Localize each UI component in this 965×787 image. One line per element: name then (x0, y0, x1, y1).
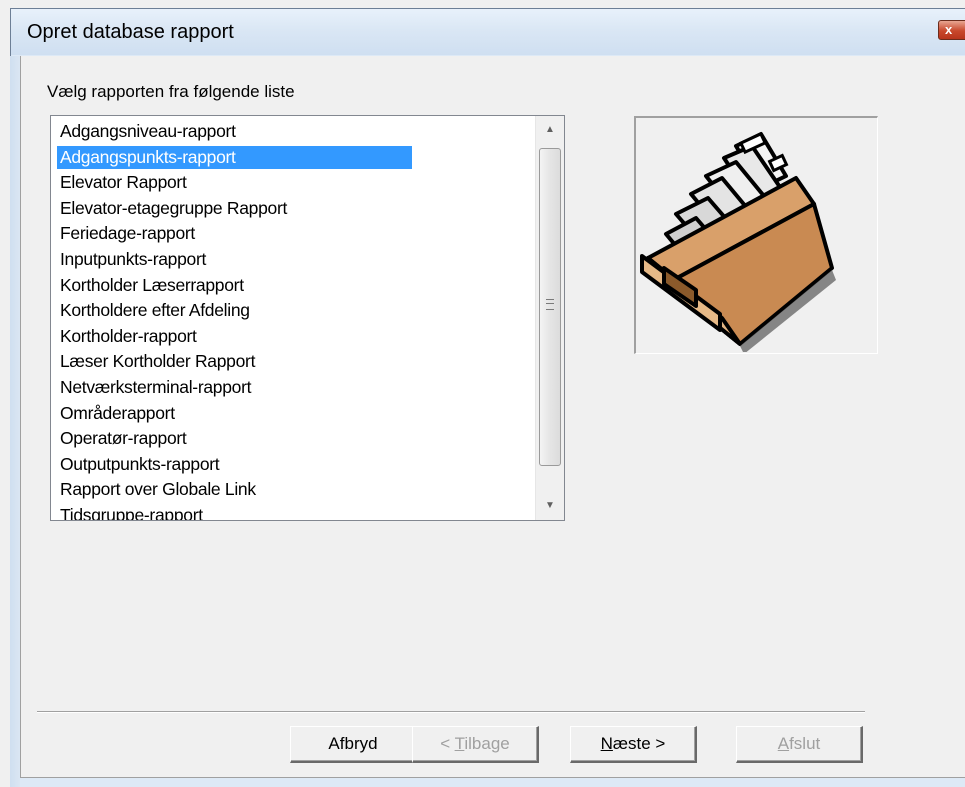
report-list-item[interactable]: Rapport over Globale Link (51, 477, 412, 503)
report-list-item[interactable]: Adgangspunkts-rapport (57, 145, 412, 169)
window-left-border (10, 56, 20, 787)
scroll-up-button[interactable]: ▲ (536, 116, 564, 144)
report-list-item[interactable]: Feriedage-rapport (51, 221, 412, 247)
report-list-item[interactable]: Netværksterminal-rapport (51, 375, 412, 401)
finish-button[interactable]: Afslut (736, 726, 863, 763)
report-list-item[interactable]: Inputpunkts-rapport (51, 247, 412, 273)
button-separator (37, 711, 865, 713)
grip-icon (546, 299, 554, 310)
vertical-scrollbar[interactable]: ▲ ▼ (535, 116, 564, 520)
report-list-item[interactable]: Læser Kortholder Rapport (51, 349, 412, 375)
finish-button-label-suffix: fslut (789, 734, 821, 753)
card-file-box-icon (640, 131, 836, 354)
report-list-label: Vælg rapporten fra følgende liste (47, 82, 295, 101)
report-list-item[interactable]: Tidsgruppe-rapport (51, 503, 412, 520)
report-list: Adgangsniveau-rapport Adgangspunkts-rappo… (51, 119, 412, 520)
close-icon: x (945, 22, 953, 37)
scroll-down-button[interactable]: ▼ (536, 492, 564, 520)
report-list-item[interactable]: Operatør-rapport (51, 426, 412, 452)
report-list-item[interactable]: Elevator-etagegruppe Rapport (51, 196, 412, 222)
next-button-accelerator: N (600, 734, 613, 753)
back-button-label-prefix: < (440, 734, 455, 753)
title-bar[interactable]: Opret database rapport (11, 9, 965, 55)
report-list-item[interactable]: Elevator Rapport (51, 170, 412, 196)
report-illustration-frame (634, 116, 878, 354)
report-list-item[interactable]: Områderapport (51, 401, 412, 427)
report-listbox[interactable]: Adgangsniveau-rapport Adgangspunkts-rappo… (50, 115, 565, 521)
back-button[interactable]: < Tilbage (412, 726, 539, 763)
back-button-label-suffix: ilbage (464, 734, 510, 753)
report-list-item[interactable]: Outputpunkts-rapport (51, 452, 412, 478)
finish-button-accelerator: A (777, 734, 790, 753)
cancel-button-label: Afbryd (328, 734, 378, 753)
report-list-item[interactable]: Kortholder-rapport (51, 324, 412, 350)
back-button-accelerator: T (454, 734, 465, 753)
cancel-button[interactable]: Afbryd (290, 726, 417, 763)
scroll-thumb[interactable] (539, 148, 561, 466)
next-button-label-suffix: æste > (612, 734, 666, 753)
next-button[interactable]: Næste > (570, 726, 697, 763)
window-title: Opret database rapport (27, 21, 234, 43)
close-button[interactable]: x (938, 20, 965, 40)
report-list-item[interactable]: Kortholder Læserrapport (51, 273, 412, 299)
report-list-item[interactable]: Adgangsniveau-rapport (51, 119, 412, 145)
report-list-item[interactable]: Kortholdere efter Afdeling (51, 298, 412, 324)
